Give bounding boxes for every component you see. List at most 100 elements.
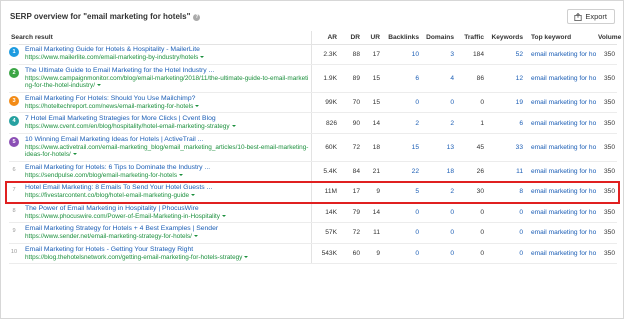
result-title-link[interactable]: Email Marketing Guide for Hotels & Hospi… xyxy=(25,46,309,54)
domains-link[interactable]: 18 xyxy=(421,161,456,183)
keywords-link[interactable]: 12 xyxy=(486,64,525,93)
col-ur[interactable]: UR xyxy=(362,31,382,45)
backlinks-link[interactable]: 2 xyxy=(382,112,421,134)
domains-link[interactable]: 2 xyxy=(421,181,456,203)
export-icon xyxy=(574,12,582,21)
keywords-link[interactable]: 0 xyxy=(486,243,525,265)
top-keyword-link[interactable]: email marketing for hotels xyxy=(525,243,596,265)
top-keyword-link[interactable]: email marketing for hotels xyxy=(525,202,596,224)
top-keyword-link[interactable]: email marketing for hotels xyxy=(525,64,596,93)
col-search-result[interactable]: Search result xyxy=(9,31,311,45)
backlinks-link[interactable]: 10 xyxy=(382,44,421,65)
ur-cell: 9 xyxy=(362,243,382,265)
result-title-link[interactable]: 10 Winning Email Marketing Ideas for Hot… xyxy=(25,136,309,144)
col-keywords[interactable]: Keywords xyxy=(486,31,525,45)
col-backlinks[interactable]: Backlinks xyxy=(382,31,421,45)
volume-cell: 350 xyxy=(596,44,617,65)
top-keyword-link[interactable]: email marketing for hotels xyxy=(525,161,596,183)
backlinks-link[interactable]: 15 xyxy=(382,133,421,162)
backlinks-link[interactable]: 0 xyxy=(382,92,421,114)
result-title-link[interactable]: Email Marketing for Hotels - Getting You… xyxy=(25,246,309,254)
caret-down-icon[interactable] xyxy=(193,235,198,238)
caret-down-icon[interactable] xyxy=(191,194,196,197)
keywords-link[interactable]: 19 xyxy=(486,92,525,114)
domains-link[interactable]: 3 xyxy=(421,44,456,65)
keywords-link[interactable]: 6 xyxy=(486,112,525,134)
position-badge: 10 xyxy=(10,248,18,255)
keywords-link[interactable]: 8 xyxy=(486,181,525,203)
backlinks-link[interactable]: 0 xyxy=(382,202,421,224)
keywords-link[interactable]: 11 xyxy=(486,161,525,183)
col-volume[interactable]: Volume xyxy=(596,31,621,45)
dr-cell: 84 xyxy=(339,161,362,183)
top-keyword-link[interactable]: email marketing for hotels xyxy=(525,44,596,65)
keywords-link[interactable]: 0 xyxy=(486,222,525,244)
keywords-link[interactable]: 33 xyxy=(486,133,525,162)
backlinks-link[interactable]: 6 xyxy=(382,64,421,93)
keywords-link[interactable]: 0 xyxy=(486,202,525,224)
result-url-text: https://www.activetrail.com/email-market… xyxy=(25,143,309,159)
result-title-link[interactable]: The Power of Email Marketing in Hospital… xyxy=(25,205,309,213)
domains-link[interactable]: 0 xyxy=(421,243,456,265)
ar-cell: 11M xyxy=(310,181,339,203)
result-title-link[interactable]: Hotel Email Marketing: 8 Emails To Send … xyxy=(25,184,309,192)
result-url-text: https://hoteltechreport.com/news/email-m… xyxy=(25,102,194,110)
backlinks-link[interactable]: 22 xyxy=(382,161,421,183)
table-row: 10 Email Marketing for Hotels - Getting … xyxy=(9,243,617,265)
top-keyword-link[interactable]: email marketing for hotels xyxy=(525,133,596,162)
col-ar[interactable]: AR xyxy=(310,31,339,45)
result-url-link[interactable]: https://www.campaignmonitor.com/blog/ema… xyxy=(25,75,309,90)
export-button[interactable]: Export xyxy=(567,9,615,24)
result-url-link[interactable]: https://www.cvent.com/en/blog/hospitalit… xyxy=(25,123,309,131)
caret-down-icon[interactable] xyxy=(195,104,200,107)
result-title-link[interactable]: The Ultimate Guide to Email Marketing fo… xyxy=(25,67,309,75)
domains-link[interactable]: 2 xyxy=(421,112,456,134)
col-top-keyword[interactable]: Top keyword xyxy=(525,31,596,45)
result-url-link[interactable]: https://www.mailerlite.com/email-marketi… xyxy=(25,54,309,62)
caret-down-icon[interactable] xyxy=(244,255,249,258)
panel-title: SERP overview for "email marketing for h… xyxy=(10,12,201,21)
caret-down-icon[interactable] xyxy=(96,84,101,87)
result-url-link[interactable]: https://sendpulse.com/blog/email-marketi… xyxy=(25,172,309,180)
backlinks-link[interactable]: 0 xyxy=(382,243,421,265)
ar-cell: 5.4K xyxy=(310,161,339,183)
domains-link[interactable]: 0 xyxy=(421,92,456,114)
result-url-link[interactable]: https://www.sender.net/email-marketing-s… xyxy=(25,233,309,241)
result-url-link[interactable]: https://hoteltechreport.com/news/email-m… xyxy=(25,103,309,111)
top-keyword-link[interactable]: email marketing for hotels xyxy=(525,181,596,203)
col-traffic[interactable]: Traffic xyxy=(456,31,486,45)
result-url-link[interactable]: https://www.activetrail.com/email-market… xyxy=(25,144,309,159)
position-badge: 9 xyxy=(12,228,16,235)
ar-cell: 14K xyxy=(310,202,339,224)
traffic-cell: 26 xyxy=(456,161,486,183)
domains-link[interactable]: 13 xyxy=(421,133,456,162)
domains-link[interactable]: 0 xyxy=(421,202,456,224)
caret-down-icon[interactable] xyxy=(221,214,226,217)
result-title-link[interactable]: Email Marketing For Hotels: Should You U… xyxy=(25,95,309,103)
search-result-cell: 10 Email Marketing for Hotels - Getting … xyxy=(9,243,311,265)
domains-link[interactable]: 0 xyxy=(421,222,456,244)
top-keyword-link[interactable]: email marketing for hotels xyxy=(525,92,596,114)
caret-down-icon[interactable] xyxy=(200,56,205,59)
backlinks-link[interactable]: 0 xyxy=(382,222,421,244)
question-icon[interactable]: ? xyxy=(193,14,201,21)
result-url-link[interactable]: https://fivestarcontent.co/blog/hotel-em… xyxy=(25,192,309,200)
ar-cell: 99K xyxy=(310,92,339,114)
top-keyword-link[interactable]: email marketing for hotels xyxy=(525,222,596,244)
caret-down-icon[interactable] xyxy=(72,153,77,156)
result-url-link[interactable]: https://blog.thehotelsnetwork.com/gettin… xyxy=(25,254,309,262)
table-row: 2 The Ultimate Guide to Email Marketing … xyxy=(9,64,617,93)
caret-down-icon[interactable] xyxy=(231,125,236,128)
result-title-link[interactable]: Email Marketing Strategy for Hotels + 4 … xyxy=(25,225,309,233)
result-url-link[interactable]: https://www.phocuswire.com/Power-of-Emai… xyxy=(25,213,309,221)
backlinks-link[interactable]: 5 xyxy=(382,181,421,203)
col-dr[interactable]: DR xyxy=(339,31,362,45)
top-keyword-link[interactable]: email marketing for hotels xyxy=(525,112,596,134)
result-title-link[interactable]: Email Marketing for Hotels: 6 Tips to Do… xyxy=(25,164,309,172)
domains-link[interactable]: 4 xyxy=(421,64,456,93)
caret-down-icon[interactable] xyxy=(179,173,184,176)
result-title-link[interactable]: 7 Hotel Email Marketing Strategies for M… xyxy=(25,115,309,123)
col-domains[interactable]: Domains xyxy=(421,31,456,45)
search-result-cell: 5 10 Winning Email Marketing Ideas for H… xyxy=(9,133,311,162)
keywords-link[interactable]: 52 xyxy=(486,44,525,65)
